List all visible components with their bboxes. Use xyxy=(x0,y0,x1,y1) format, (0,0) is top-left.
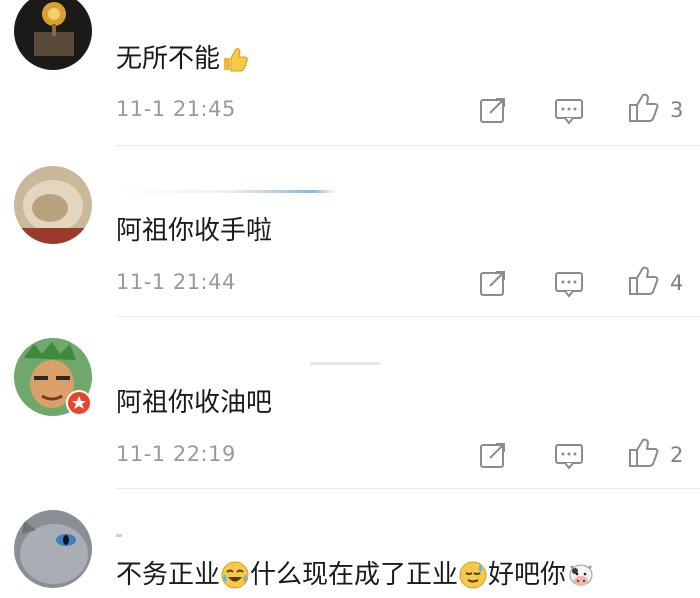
username-placeholder xyxy=(310,362,380,365)
username-placeholder xyxy=(116,534,122,537)
divider xyxy=(116,488,700,489)
cow-face-icon xyxy=(566,560,596,590)
like-icon xyxy=(626,264,660,302)
crying-laughing-icon xyxy=(220,560,250,590)
like-count: 2 xyxy=(670,443,684,467)
comment-text: 阿祖你收手啦 xyxy=(116,216,273,246)
verified-badge xyxy=(66,390,92,416)
comment-meta: 11-1 22:19 2 xyxy=(116,438,700,472)
avatar[interactable] xyxy=(14,510,92,588)
divider xyxy=(116,145,700,146)
like-icon xyxy=(626,436,660,474)
comment-meta: 11-1 21:45 3 xyxy=(116,93,700,127)
share-icon[interactable] xyxy=(476,93,510,127)
like-count: 4 xyxy=(670,271,684,295)
like-button[interactable]: 3 xyxy=(626,93,683,127)
comment-text: 无所不能 xyxy=(116,42,250,76)
avatar[interactable] xyxy=(14,0,92,70)
like-count: 3 xyxy=(670,98,684,122)
reply-icon[interactable] xyxy=(552,438,586,472)
comment-text: 不务正业 什么现在成了正业 好吧你 xyxy=(116,558,596,592)
timestamp: 11-1 21:45 xyxy=(116,97,236,121)
reply-icon[interactable] xyxy=(552,93,586,127)
thumbs-up-icon xyxy=(220,44,250,74)
share-icon[interactable] xyxy=(476,266,510,300)
divider xyxy=(116,316,700,317)
username-placeholder xyxy=(116,190,336,193)
like-button[interactable]: 4 xyxy=(626,266,683,300)
share-icon[interactable] xyxy=(476,438,510,472)
like-button[interactable]: 2 xyxy=(626,438,683,472)
sweat-smile-icon xyxy=(458,560,488,590)
comment-text: 阿祖你收油吧 xyxy=(116,388,273,418)
like-icon xyxy=(626,91,660,129)
comment-meta: 11-1 21:44 4 xyxy=(116,266,700,300)
avatar[interactable] xyxy=(14,166,92,244)
reply-icon[interactable] xyxy=(552,266,586,300)
timestamp: 11-1 22:19 xyxy=(116,442,236,466)
comment-feed: 无所不能 11-1 21:45 3 阿祖你收手啦 11-1 21:44 4 阿祖… xyxy=(0,0,700,598)
timestamp: 11-1 21:44 xyxy=(116,270,236,294)
